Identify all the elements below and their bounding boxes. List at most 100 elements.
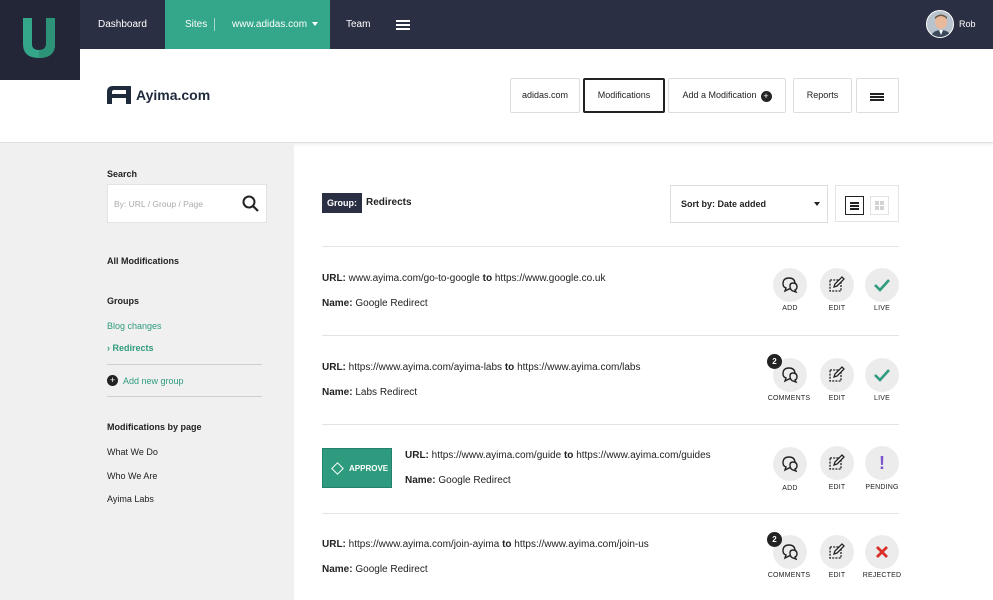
approve-button[interactable]: APPROVE <box>322 448 392 488</box>
ayima-logo-icon <box>107 86 131 104</box>
view-toggle <box>835 185 899 222</box>
exclamation-icon: ! <box>879 453 885 473</box>
search-input[interactable] <box>114 197 234 211</box>
user-avatar[interactable] <box>926 10 954 38</box>
edit-button[interactable] <box>820 446 854 480</box>
by-page-heading: Modifications by page <box>107 422 202 432</box>
modification-url: URL: https://www.ayima.com/ayima-labs to… <box>322 362 640 373</box>
edit-button[interactable] <box>820 268 854 302</box>
brand-name: Ayima.com <box>136 87 211 103</box>
comment-icon <box>782 544 798 561</box>
url-to: https://www.ayima.com/guides <box>576 450 711 461</box>
url-label: URL: <box>322 539 346 550</box>
site-select-value: www.adidas.com <box>232 19 308 30</box>
to-label: to <box>502 539 512 550</box>
add-new-group-link[interactable]: Add new group <box>123 376 184 386</box>
edit-button[interactable] <box>820 535 854 569</box>
user-name[interactable]: Rob <box>959 0 976 49</box>
modification-name: Name: Google Redirect <box>322 564 428 575</box>
modification-name: Name: Google Redirect <box>405 475 511 486</box>
modification-url: URL: https://www.ayima.com/guide to http… <box>405 450 711 461</box>
status-rejected-button[interactable] <box>865 535 899 569</box>
url-to: https://www.google.co.uk <box>494 273 606 284</box>
name-label: Name: <box>322 298 353 309</box>
checkmark-icon <box>874 369 890 382</box>
close-icon <box>876 546 888 558</box>
divider <box>322 335 899 336</box>
edit-icon <box>829 276 845 292</box>
page-item-who-we-are[interactable]: Who We Are <box>107 471 157 481</box>
sidebar: Search All Modifications Groups Blog cha… <box>0 143 294 600</box>
app-logo[interactable] <box>0 0 80 80</box>
status-label: LIVE <box>874 395 890 402</box>
url-label: URL: <box>322 273 346 284</box>
nav-sites[interactable]: Sites <box>185 0 207 49</box>
approve-label: APPROVE <box>349 464 389 473</box>
edit-button[interactable] <box>820 358 854 392</box>
add-comment-button[interactable] <box>773 268 807 302</box>
page-item-what-we-do[interactable]: What We Do <box>107 447 158 457</box>
add-modification-button[interactable]: Add a Modification + <box>668 78 786 113</box>
edit-icon <box>829 366 845 382</box>
page-header: Ayima.com adidas.com Modifications Add a… <box>0 49 993 143</box>
divider <box>107 396 262 397</box>
comment-icon <box>782 367 798 384</box>
chevron-down-icon <box>814 202 820 206</box>
name-value: Labs Redirect <box>355 387 418 398</box>
comment-count-badge: 2 <box>767 354 782 369</box>
site-button[interactable]: adidas.com <box>510 78 580 113</box>
chevron-down-icon <box>312 22 319 27</box>
add-comment-button[interactable] <box>773 447 807 481</box>
page-item-ayima-labs[interactable]: Ayima Labs <box>107 494 154 504</box>
nav-separator <box>214 18 215 31</box>
divider <box>107 364 262 365</box>
search-icon[interactable] <box>242 195 259 212</box>
groups-heading: Groups <box>107 296 140 306</box>
url-from: https://www.ayima.com/ayima-labs <box>348 362 503 373</box>
url-label: URL: <box>322 362 346 373</box>
url-label: URL: <box>405 450 429 461</box>
modification-url: URL: https://www.ayima.com/join-ayima to… <box>322 539 649 550</box>
menu-icon <box>870 93 884 101</box>
status-label: REJECTED <box>862 572 902 579</box>
chevron-right-icon: › <box>107 343 110 353</box>
group-name: Redirects <box>366 197 412 208</box>
nav-team[interactable]: Team <box>346 0 370 49</box>
modification-name: Name: Labs Redirect <box>322 387 417 398</box>
to-label: to <box>563 450 574 461</box>
nav-menu-icon[interactable] <box>396 20 410 30</box>
brand[interactable]: Ayima.com <box>107 86 210 104</box>
to-label: to <box>504 362 515 373</box>
u-logo-icon <box>23 18 55 58</box>
url-from: https://www.ayima.com/guide <box>431 450 562 461</box>
url-from: www.ayima.com/go-to-google <box>348 273 480 284</box>
site-select-dropdown[interactable]: www.adidas.com <box>232 0 319 49</box>
top-navigation-bar: Dashboard Sites www.adidas.com Team Rob <box>0 0 993 49</box>
all-modifications-link[interactable]: All Modifications <box>107 256 179 266</box>
divider <box>322 513 899 514</box>
name-value: Google Redirect <box>355 564 428 575</box>
status-live-button[interactable] <box>865 358 899 392</box>
group-item-redirects[interactable]: › Redirects <box>107 343 154 353</box>
plus-icon: + <box>760 91 772 102</box>
sort-dropdown[interactable]: Sort by: Date added <box>670 185 828 223</box>
status-live-button[interactable] <box>865 268 899 302</box>
group-item-blog-changes[interactable]: Blog changes <box>107 321 162 331</box>
comment-count-badge: 2 <box>767 532 782 547</box>
edit-icon <box>829 543 845 559</box>
reports-button[interactable]: Reports <box>793 78 852 113</box>
nav-dashboard[interactable]: Dashboard <box>98 0 147 49</box>
list-view-icon[interactable] <box>845 196 864 215</box>
grid-view-icon[interactable] <box>870 196 889 215</box>
diamond-icon <box>331 462 344 475</box>
comment-icon <box>782 277 798 294</box>
modifications-button[interactable]: Modifications <box>583 78 665 113</box>
divider <box>322 246 899 247</box>
status-pending-button[interactable]: ! <box>865 446 899 480</box>
name-label: Name: <box>405 475 436 486</box>
url-to: https://www.ayima.com/labs <box>517 362 641 373</box>
sort-label: Sort by: Date added <box>681 199 767 209</box>
name-label: Name: <box>322 564 353 575</box>
search-label: Search <box>107 169 138 179</box>
plus-icon[interactable]: + <box>107 375 118 386</box>
